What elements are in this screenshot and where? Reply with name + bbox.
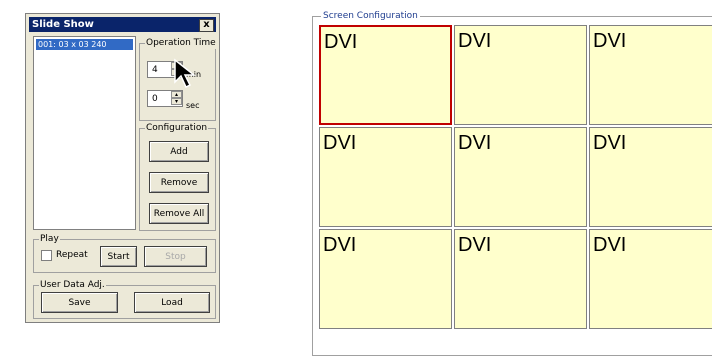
close-button[interactable]: x (199, 19, 214, 32)
load-button[interactable]: Load (134, 292, 210, 313)
configuration-label: Configuration (145, 122, 209, 134)
screen-tile[interactable]: DVI (454, 127, 587, 227)
configuration-group: Configuration Add Remove Remove All (139, 122, 216, 231)
start-button[interactable]: Start (100, 246, 137, 267)
screen-tile-label: DVI (458, 30, 492, 52)
screen-tile[interactable]: DVI (589, 25, 712, 125)
user-data-label: User Data Adj. (39, 279, 106, 291)
screen-tile-label: DVI (593, 30, 627, 52)
minutes-value: 4 (152, 65, 158, 75)
user-data-group: User Data Adj. Save Load (33, 279, 216, 319)
repeat-label: Repeat (56, 250, 88, 260)
remove-all-button[interactable]: Remove All (149, 203, 209, 224)
remove-button[interactable]: Remove (149, 172, 209, 193)
screen-tile-label: DVI (593, 132, 627, 154)
play-group: Play Repeat Start Stop (33, 233, 216, 273)
screen-tile-label: DVI (323, 132, 357, 154)
seconds-unit: sec (186, 101, 200, 110)
operation-time-label: Operation Time (145, 37, 217, 49)
dialog-title: Slide Show (32, 19, 94, 30)
repeat-checkbox[interactable] (41, 250, 52, 261)
mouse-pointer-icon (174, 58, 197, 89)
seconds-up-button[interactable]: ▴ (171, 91, 182, 98)
screen-tile-label: DVI (323, 234, 357, 256)
dialog-titlebar[interactable]: Slide Show x (29, 17, 216, 32)
seconds-value: 0 (152, 94, 158, 104)
screen-tile[interactable]: DVI (589, 127, 712, 227)
screen-tile[interactable]: DVI (319, 127, 452, 227)
screen-tile[interactable]: DVI (589, 229, 712, 329)
list-item[interactable]: 001: 03 x 03 240 (36, 39, 133, 50)
screen-tile[interactable]: DVI (454, 25, 587, 125)
screen-tile-label: DVI (324, 31, 358, 53)
seconds-spinner[interactable]: 0 ▴ ▾ (147, 90, 183, 107)
screen-configuration-label: Screen Configuration (321, 10, 420, 22)
save-button[interactable]: Save (41, 292, 118, 313)
screen-tile-label: DVI (593, 234, 627, 256)
seconds-down-button[interactable]: ▾ (171, 98, 182, 105)
stop-button[interactable]: Stop (144, 246, 207, 267)
screen-tile-label: DVI (458, 234, 492, 256)
screen-tile[interactable]: DVI (454, 229, 587, 329)
screen-tile[interactable]: DVI (319, 229, 452, 329)
add-button[interactable]: Add (149, 141, 209, 162)
screen-tile-label: DVI (458, 132, 492, 154)
play-label: Play (39, 233, 60, 245)
screen-tile[interactable]: DVI (319, 25, 452, 125)
screen-configuration-group: Screen Configuration DVI DVI DVI DVI DVI… (312, 10, 712, 356)
slide-list[interactable]: 001: 03 x 03 240 (33, 36, 136, 230)
